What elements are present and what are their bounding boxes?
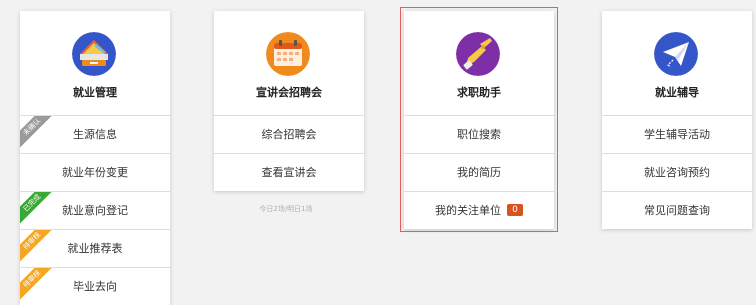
status-ribbon: 未确认 — [20, 116, 57, 152]
menu-item-recommendation-form[interactable]: 待审核 就业推荐表 — [20, 229, 170, 267]
menu-item-general-job-fair[interactable]: 综合招聘会 — [214, 115, 364, 153]
laptop-books-icon — [72, 32, 116, 76]
card-header: 就业辅导 — [602, 11, 752, 115]
menu-item-label: 查看宣讲会 — [261, 166, 317, 179]
menu-item-faq[interactable]: 常见问题查询 — [602, 191, 752, 229]
status-ribbon: 待审核 — [20, 230, 57, 266]
card-title: 求职助手 — [457, 86, 501, 99]
menu-item-followed-companies[interactable]: 我的关注单位 0 — [404, 191, 554, 229]
menu-item-label: 学生辅导活动 — [644, 128, 710, 141]
card-employment-guidance: 就业辅导 学生辅导活动 就业咨询预约 常见问题查询 — [602, 11, 752, 229]
menu-item-label: 就业推荐表 — [67, 242, 123, 255]
card-job-search-assistant: 求职助手 职位搜索 我的简历 我的关注单位 0 — [404, 11, 554, 229]
menu-item-my-resume[interactable]: 我的简历 — [404, 153, 554, 191]
menu-item-label: 毕业去向 — [73, 280, 117, 293]
status-ribbon: 已完成 — [20, 192, 57, 228]
card-title: 就业管理 — [73, 86, 117, 99]
count-badge: 0 — [507, 204, 523, 216]
menu-item-label: 综合招聘会 — [261, 128, 317, 141]
menu-item-consultation-booking[interactable]: 就业咨询预约 — [602, 153, 752, 191]
menu-item-student-source-info[interactable]: 未确认 生源信息 — [20, 115, 170, 153]
menu-item-label: 职位搜索 — [457, 128, 501, 141]
menu-item-view-info-sessions[interactable]: 查看宣讲会 — [214, 153, 364, 191]
menu-item-label: 常见问题查询 — [644, 204, 710, 217]
menu-item-label: 生源信息 — [73, 128, 117, 141]
pointing-hand-icon — [456, 32, 500, 76]
menu-item-label: 我的关注单位 — [435, 204, 501, 217]
card-header: 就业管理 — [20, 11, 170, 115]
card-title: 宣讲会招聘会 — [256, 86, 322, 99]
card-employment-management: 就业管理 未确认 生源信息 就业年份变更 已完成 就业意向登记 待审核 就业推荐… — [20, 11, 170, 305]
session-count-note: 今日2场/明日1场 — [259, 205, 313, 213]
menu-item-employment-year-change[interactable]: 就业年份变更 — [20, 153, 170, 191]
card-header: 宣讲会招聘会 — [214, 11, 364, 115]
menu-item-employment-intention[interactable]: 已完成 就业意向登记 — [20, 191, 170, 229]
card-job-fairs: 宣讲会招聘会 综合招聘会 查看宣讲会 — [214, 11, 364, 191]
menu-item-label: 就业咨询预约 — [644, 166, 710, 179]
paper-plane-icon — [654, 32, 698, 76]
menu-item-label: 就业意向登记 — [62, 204, 128, 217]
calendar-icon — [266, 32, 310, 76]
status-ribbon: 待审核 — [20, 268, 57, 304]
menu-item-label: 就业年份变更 — [62, 166, 128, 179]
menu-item-graduation-destination[interactable]: 待审核 毕业去向 — [20, 267, 170, 305]
menu-item-student-guidance[interactable]: 学生辅导活动 — [602, 115, 752, 153]
menu-item-job-search[interactable]: 职位搜索 — [404, 115, 554, 153]
card-title: 就业辅导 — [655, 86, 699, 99]
card-header: 求职助手 — [404, 11, 554, 115]
menu-item-label: 我的简历 — [457, 166, 501, 179]
